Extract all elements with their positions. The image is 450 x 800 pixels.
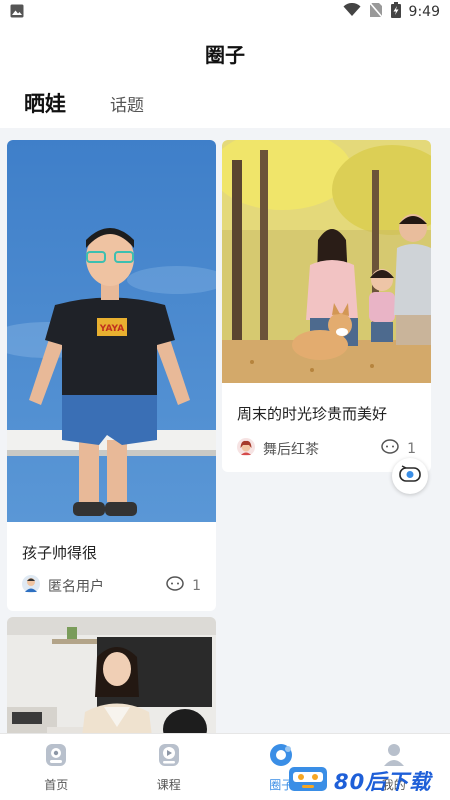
post-meta: 匿名用户 1 xyxy=(7,575,216,597)
home-icon xyxy=(44,742,68,772)
page-title: 圈子 xyxy=(205,42,245,67)
nav-home[interactable]: 首页 xyxy=(0,734,113,800)
post-feed[interactable]: YAYA 孩子帅得很 匿名用户 1 周末的时光珍贵而美好 舞后红茶 1 xyxy=(0,128,450,733)
nav-course-label: 课程 xyxy=(156,777,181,792)
title-bar: 圈子 xyxy=(0,24,450,82)
post-caption: 周末的时光珍贵而美好 xyxy=(237,405,388,423)
watermark: 80后下载 xyxy=(288,764,450,798)
post-meta: 舞后红茶 1 xyxy=(222,438,431,460)
course-play-icon xyxy=(157,742,181,772)
post-photo[interactable] xyxy=(222,140,431,383)
battery-charging-icon xyxy=(390,2,401,22)
tab-topics[interactable]: 话题 xyxy=(110,91,144,128)
avatar[interactable] xyxy=(22,575,40,597)
camera-fab[interactable] xyxy=(392,458,428,494)
comment-count[interactable]: 1 xyxy=(381,439,416,459)
author-name[interactable]: 匿名用户 xyxy=(48,576,104,596)
comment-count-text: 1 xyxy=(407,441,416,457)
nav-home-label: 首页 xyxy=(44,777,69,792)
no-sim-icon xyxy=(368,2,383,22)
author-name[interactable]: 舞后红茶 xyxy=(263,439,319,459)
post-photo[interactable] xyxy=(7,617,216,733)
comment-count-text: 1 xyxy=(192,578,201,594)
watermark-logo-icon xyxy=(288,764,328,798)
post-card[interactable]: 周末的时光珍贵而美好 舞后红茶 1 xyxy=(222,140,431,472)
comment-count[interactable]: 1 xyxy=(166,576,201,596)
comment-icon xyxy=(166,576,184,596)
post-card[interactable]: YAYA 孩子帅得很 匿名用户 1 xyxy=(7,140,216,611)
status-bar: 9:49 xyxy=(0,0,450,24)
watermark-text: 80后下载 xyxy=(334,770,432,794)
shirt-print-text: YAYA xyxy=(99,324,124,334)
post-caption: 孩子帅得很 xyxy=(22,544,98,562)
nav-course[interactable]: 课程 xyxy=(113,734,226,800)
post-photo[interactable]: YAYA xyxy=(7,140,216,522)
post-card[interactable] xyxy=(7,617,216,733)
wifi-icon xyxy=(343,2,361,21)
camera-icon xyxy=(398,464,422,488)
gallery-notification-icon xyxy=(10,3,24,22)
tab-show-baby[interactable]: 晒娃 xyxy=(24,88,66,128)
clock-text: 9:49 xyxy=(408,4,440,20)
avatar[interactable] xyxy=(237,438,255,460)
comment-icon xyxy=(381,439,399,459)
tab-bar: 晒娃 话题 xyxy=(0,82,450,128)
